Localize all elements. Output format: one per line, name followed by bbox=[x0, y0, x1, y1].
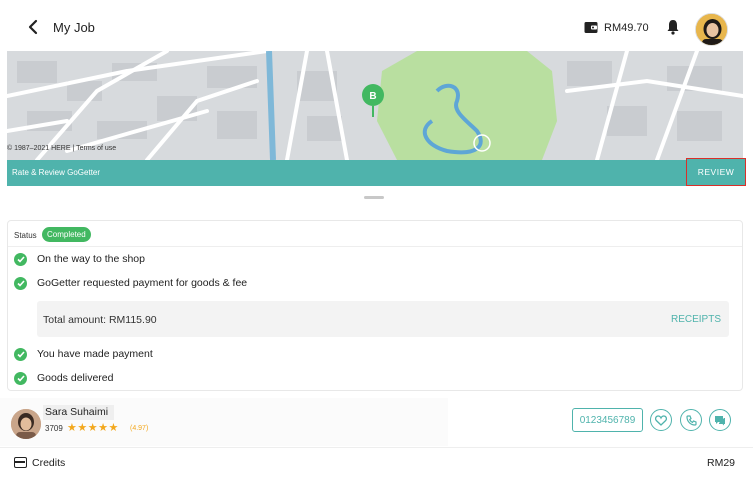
status-badge: Completed bbox=[42, 227, 91, 242]
review-button[interactable]: REVIEW bbox=[686, 158, 746, 186]
credits-footer: Credits RM29 bbox=[0, 447, 753, 478]
wallet-icon[interactable] bbox=[584, 21, 598, 34]
chat-icon bbox=[715, 415, 725, 425]
map-canvas: B bbox=[7, 51, 743, 160]
step-item: Goods delivered bbox=[14, 369, 113, 387]
back-button[interactable] bbox=[22, 16, 44, 38]
receipts-link[interactable]: RECEIPTS bbox=[671, 314, 721, 325]
call-button[interactable] bbox=[680, 409, 702, 431]
status-card: Status Completed On the way to the shop … bbox=[7, 220, 743, 391]
step-item: On the way to the shop bbox=[14, 250, 145, 268]
status-label: Status bbox=[14, 231, 37, 240]
rating-value: (4.97) bbox=[130, 425, 149, 432]
header: My Job RM49.70 bbox=[0, 0, 753, 55]
page-title: My Job bbox=[53, 20, 95, 35]
step-item: You have made payment bbox=[14, 345, 153, 363]
phone-number-button[interactable]: 0123456789 bbox=[572, 408, 643, 432]
map-pin-label: B bbox=[369, 91, 376, 102]
star-rating: ★★★★★ bbox=[67, 422, 119, 434]
trip-count: 3709 bbox=[45, 424, 63, 433]
favorite-button[interactable] bbox=[650, 409, 672, 431]
check-circle-icon bbox=[14, 276, 27, 290]
bell-icon[interactable] bbox=[666, 19, 680, 35]
driver-avatar[interactable] bbox=[11, 409, 41, 439]
credit-card-icon bbox=[14, 457, 27, 468]
step-text: GoGetter requested payment for goods & f… bbox=[37, 277, 248, 289]
check-circle-icon bbox=[14, 252, 27, 266]
driver-name: Sara Suhaimi bbox=[43, 405, 114, 420]
step-text: On the way to the shop bbox=[37, 253, 145, 265]
step-text: Goods delivered bbox=[37, 372, 114, 384]
app-root: My Job RM49.70 B © 1987–2021 HERE | Term… bbox=[0, 0, 753, 478]
chat-button[interactable] bbox=[709, 409, 731, 431]
step-text: You have made payment bbox=[37, 348, 153, 360]
credits-value: RM29 bbox=[706, 457, 735, 469]
map-view[interactable]: B © 1987–2021 HERE | Terms of use bbox=[7, 51, 743, 160]
check-circle-icon bbox=[14, 347, 27, 361]
total-amount-box: Total amount: RM115.90 RECEIPTS bbox=[37, 301, 729, 337]
chevron-left-icon bbox=[28, 19, 38, 35]
review-bar-label: Rate & Review GoGetter bbox=[12, 168, 101, 177]
map-credit[interactable]: © 1987–2021 HERE | Terms of use bbox=[7, 145, 116, 152]
heart-icon bbox=[655, 414, 667, 426]
phone-icon bbox=[685, 414, 697, 426]
status-row: Status Completed bbox=[8, 221, 742, 247]
step-item: GoGetter requested payment for goods & f… bbox=[14, 274, 247, 292]
drag-handle[interactable] bbox=[364, 196, 384, 199]
wallet-balance[interactable]: RM49.70 bbox=[604, 22, 649, 34]
review-bar: Rate & Review GoGetter bbox=[7, 160, 743, 186]
credits-label: Credits bbox=[32, 457, 66, 469]
user-avatar[interactable] bbox=[695, 13, 728, 46]
total-amount: Total amount: RM115.90 bbox=[43, 314, 157, 326]
check-circle-icon bbox=[14, 371, 27, 385]
